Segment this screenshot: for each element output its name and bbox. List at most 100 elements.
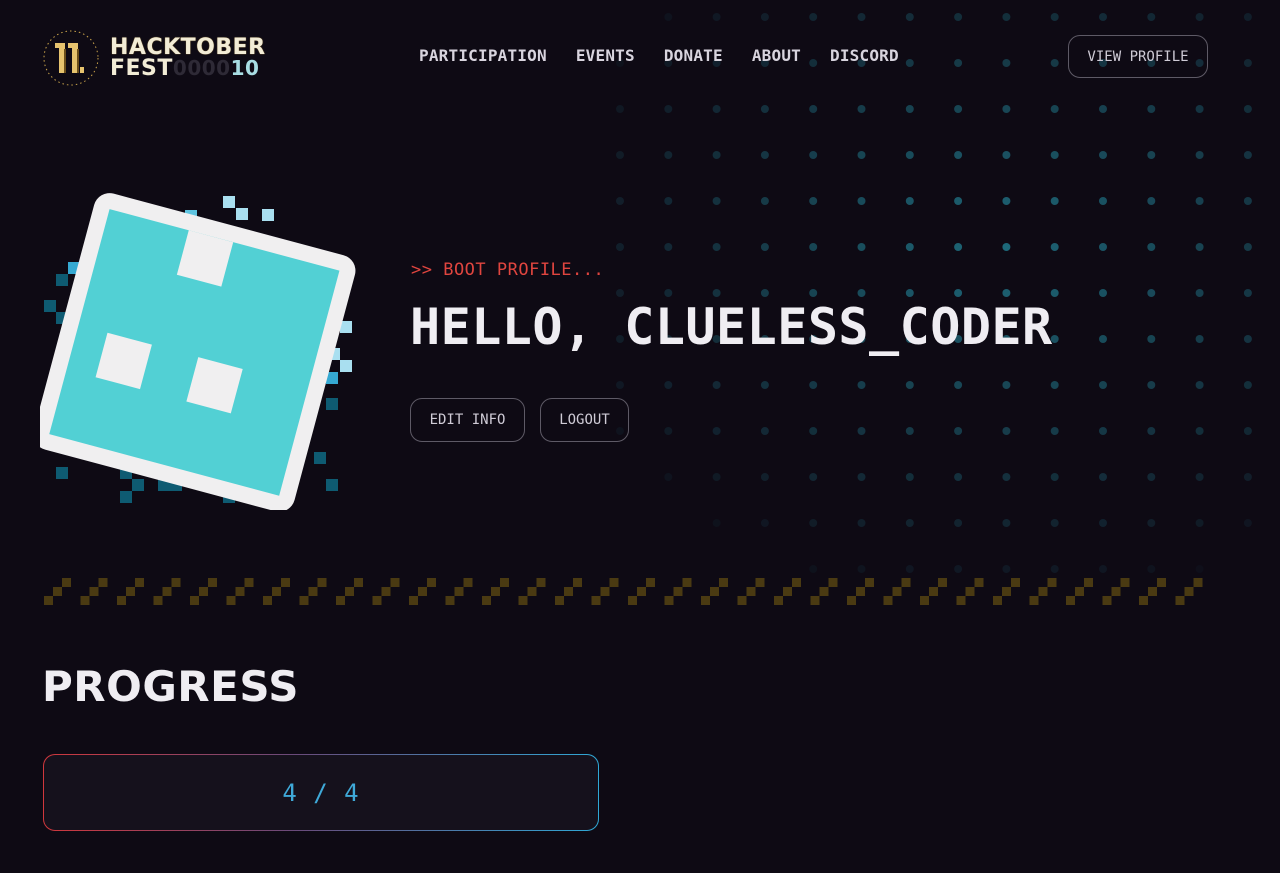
background-dot [809, 197, 818, 205]
background-dot [760, 197, 769, 205]
background-dot [857, 565, 866, 573]
divider-pixel [299, 596, 309, 605]
background-dot [760, 13, 769, 21]
background-dot [1147, 473, 1156, 481]
divider-pixel [62, 578, 71, 587]
divider-pixel [1184, 587, 1194, 596]
background-dot [1243, 519, 1252, 527]
background-dot [1050, 59, 1059, 67]
divider-pixel [117, 596, 126, 605]
divider-pixel [153, 596, 163, 605]
background-dot [1147, 197, 1156, 205]
background-dot [712, 289, 721, 297]
view-profile-button[interactable]: VIEW PROFILE [1068, 35, 1208, 78]
background-dot [760, 105, 769, 113]
divider-pixel [600, 587, 610, 596]
background-dot [616, 243, 624, 251]
boot-profile-text: >> BOOT PROFILE... [411, 260, 605, 280]
divider-pixel [208, 578, 217, 587]
background-dot [954, 565, 963, 573]
divider-pixel [1066, 596, 1075, 605]
user-avatar [40, 193, 356, 510]
background-dot [1195, 427, 1204, 435]
background-dot [1243, 151, 1252, 159]
background-dot [809, 519, 818, 527]
background-dot [1050, 565, 1059, 573]
background-dot [1147, 427, 1156, 435]
nav-donate[interactable]: DONATE [664, 46, 723, 65]
background-dot [760, 243, 769, 251]
logo-fest: FEST [110, 55, 173, 81]
divider-pixel [1120, 578, 1130, 587]
background-dot [664, 105, 673, 113]
background-dot [1050, 197, 1059, 205]
main-nav: PARTICIPATION EVENTS DONATE ABOUT DISCOR… [419, 46, 928, 65]
divider-pixel [719, 578, 728, 587]
nav-events[interactable]: EVENTS [576, 46, 635, 65]
background-dot [712, 519, 721, 527]
background-dot [954, 519, 963, 527]
divider-pixel [920, 596, 929, 605]
nav-participation[interactable]: PARTICIPATION [419, 46, 547, 65]
background-dot [1002, 565, 1011, 573]
nav-about[interactable]: ABOUT [752, 46, 801, 65]
background-dot [1099, 243, 1107, 251]
background-dot [1243, 289, 1252, 297]
background-dot [1002, 289, 1011, 297]
background-dot [857, 381, 866, 389]
progress-card: 4 / 4 [43, 754, 599, 831]
background-dot [1243, 473, 1252, 481]
background-dot [857, 289, 866, 297]
background-dot [1099, 335, 1107, 343]
divider-pixel [390, 578, 400, 587]
background-dot [1002, 243, 1011, 251]
divider-pixel [317, 578, 327, 587]
divider-pixel [892, 587, 902, 596]
divider-pixel [1175, 596, 1185, 605]
divider-pixel [710, 587, 719, 596]
background-dot [1099, 13, 1107, 21]
divider-pixel [974, 578, 984, 587]
logout-button[interactable]: LOGOUT [540, 398, 629, 442]
background-dot [1195, 289, 1204, 297]
background-dot [954, 151, 963, 159]
divider-pixel [162, 587, 172, 596]
edit-info-button[interactable]: EDIT INFO [410, 398, 525, 442]
background-dot [616, 105, 624, 113]
divider-pixel [755, 578, 765, 587]
divider-pixel [226, 596, 236, 605]
background-dot [1195, 565, 1204, 573]
background-dot [1050, 151, 1059, 159]
divider-pixel [308, 587, 318, 596]
divider-pixel [463, 578, 473, 587]
divider-pixel [865, 578, 874, 587]
background-dot [1195, 335, 1204, 343]
background-dot [809, 13, 818, 21]
background-dot [1243, 243, 1252, 251]
divider-pixel [536, 578, 546, 587]
background-dot [905, 243, 914, 251]
background-dot [1002, 427, 1011, 435]
background-dot [954, 105, 963, 113]
background-dot [1243, 335, 1252, 343]
logo-number: 10 [230, 55, 260, 80]
divider-pixel [1193, 578, 1203, 587]
background-dot [905, 151, 914, 159]
divider-pixel [883, 596, 893, 605]
divider-pixel [564, 587, 573, 596]
divider-pixel [993, 596, 1002, 605]
hacktoberfest-logo[interactable]: HACKTOBER FEST 0000 10 [42, 28, 287, 88]
divider-pixel [555, 596, 564, 605]
background-dot [616, 289, 624, 297]
avatar-face [40, 193, 356, 510]
divider-pixel [491, 587, 500, 596]
nav-discord[interactable]: DISCORD [830, 46, 899, 65]
background-dot [1147, 105, 1156, 113]
background-dot [954, 289, 963, 297]
background-dot [760, 427, 769, 435]
background-dot [809, 565, 818, 573]
background-dot [1050, 105, 1059, 113]
divider-pixel [792, 578, 801, 587]
divider-pixel [518, 596, 528, 605]
background-dot [905, 427, 914, 435]
